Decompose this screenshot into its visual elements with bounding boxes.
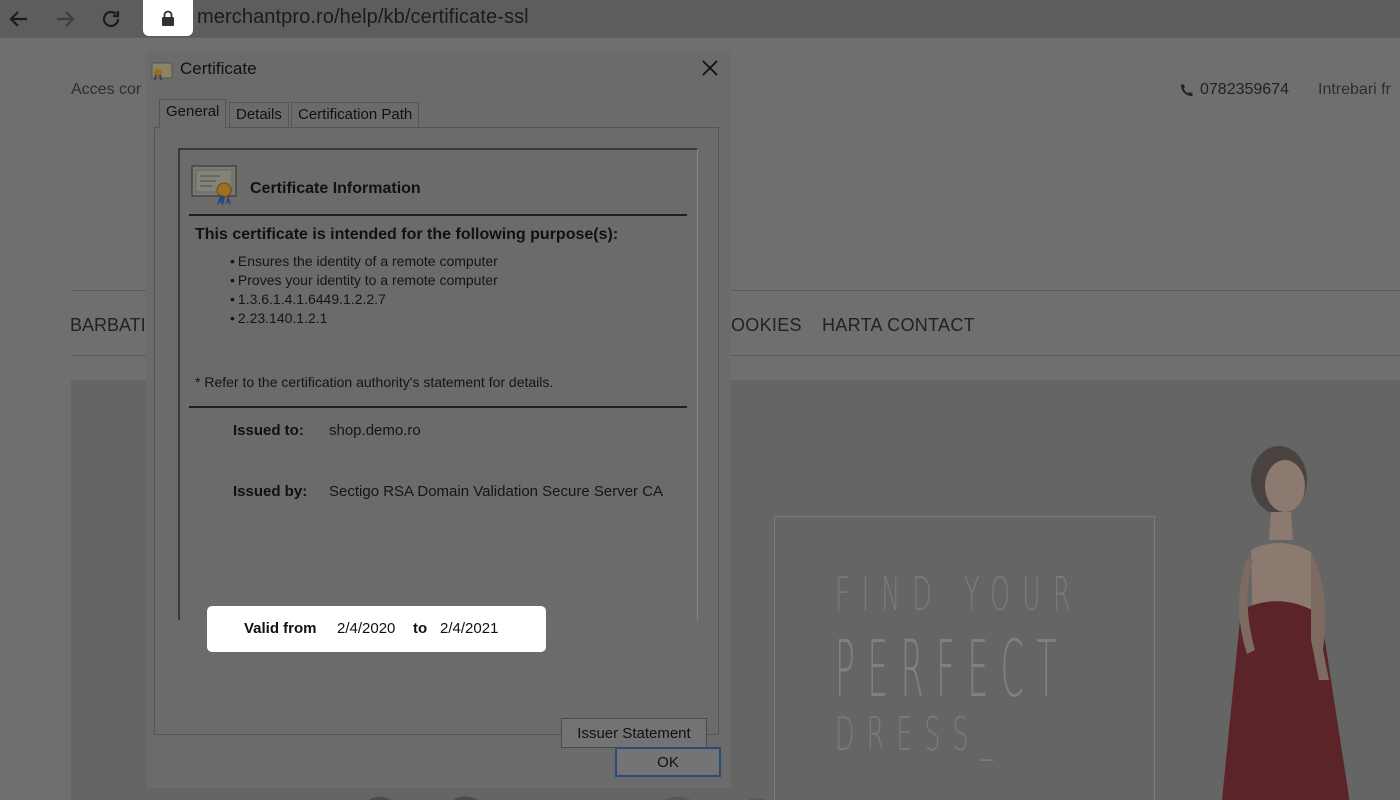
purpose-item: 2.23.140.1.2.1 bbox=[230, 309, 498, 328]
certificate-info-box: Certificate Information This certificate… bbox=[178, 148, 698, 620]
certificate-info-icon bbox=[191, 165, 237, 206]
hero-line-3: DRESS_ bbox=[835, 707, 1006, 761]
browser-toolbar: merchantpro.ro/help/kb/certificate-ssl bbox=[0, 0, 1400, 38]
phone-number: 0782359674 bbox=[1200, 81, 1289, 98]
purpose-list: Ensures the identity of a remote compute… bbox=[230, 252, 498, 328]
ok-button[interactable]: OK bbox=[615, 747, 721, 777]
faq-link[interactable]: Intrebari fr bbox=[1318, 81, 1391, 99]
purpose-heading: This certificate is intended for the fol… bbox=[195, 226, 619, 243]
valid-from-label: Valid from bbox=[244, 620, 317, 637]
back-icon[interactable] bbox=[4, 4, 34, 34]
certificate-info-title: Certificate Information bbox=[250, 180, 421, 197]
valid-from-value: 2/4/2020 bbox=[337, 620, 396, 637]
hero-line-2: PERFECT bbox=[835, 625, 1069, 715]
forward-icon[interactable] bbox=[50, 4, 80, 34]
purpose-item: Proves your identity to a remote compute… bbox=[230, 271, 498, 290]
nav-item-harta-contact[interactable]: HARTA CONTACT bbox=[822, 315, 975, 336]
issued-by-label: Issued by: bbox=[233, 483, 308, 500]
reload-icon[interactable] bbox=[96, 4, 126, 34]
valid-to-label: to bbox=[413, 620, 428, 637]
issued-by-value: Sectigo RSA Domain Validation Secure Ser… bbox=[329, 483, 664, 500]
hero-text-frame: FIND YOUR PERFECT DRESS_ bbox=[774, 516, 1155, 800]
issuer-statement-button[interactable]: Issuer Statement bbox=[561, 718, 707, 748]
tab-certification-path[interactable]: Certification Path bbox=[291, 102, 420, 128]
tab-details[interactable]: Details bbox=[229, 102, 289, 128]
hero-line-1: FIND YOUR bbox=[835, 567, 1083, 621]
divider bbox=[189, 406, 687, 408]
certificate-icon bbox=[151, 62, 173, 80]
phone-icon bbox=[1181, 84, 1193, 96]
lock-icon[interactable] bbox=[143, 0, 193, 36]
valid-to-value: 2/4/2021 bbox=[440, 620, 499, 637]
address-bar-url[interactable]: merchantpro.ro/help/kb/certificate-ssl bbox=[197, 6, 529, 29]
divider bbox=[189, 214, 687, 216]
purpose-item: 1.3.6.1.4.1.6449.1.2.2.7 bbox=[230, 290, 498, 309]
refer-note: * Refer to the certification authority's… bbox=[195, 374, 554, 390]
general-tab-panel: Certificate Information This certificate… bbox=[154, 127, 719, 748]
issued-to-value: shop.demo.ro bbox=[329, 422, 421, 439]
nav-item-barbati[interactable]: BARBATI bbox=[70, 315, 146, 336]
issued-to-label: Issued to: bbox=[233, 422, 304, 439]
account-link[interactable]: Acces cor bbox=[71, 81, 141, 99]
tab-general[interactable]: General bbox=[159, 99, 227, 129]
purpose-item: Ensures the identity of a remote compute… bbox=[230, 252, 498, 271]
close-icon[interactable] bbox=[699, 57, 721, 79]
nav-item-cookies[interactable]: OOKIES bbox=[731, 315, 802, 336]
certificate-dialog: Certificate General Details Certificatio… bbox=[146, 51, 731, 788]
model-photo bbox=[1222, 446, 1350, 800]
phone-contact[interactable]: 0782359674 bbox=[1180, 81, 1289, 99]
dialog-title: Certificate bbox=[180, 59, 257, 78]
validity-highlight: Valid from 2/4/2020 to 2/4/2021 bbox=[207, 606, 546, 652]
